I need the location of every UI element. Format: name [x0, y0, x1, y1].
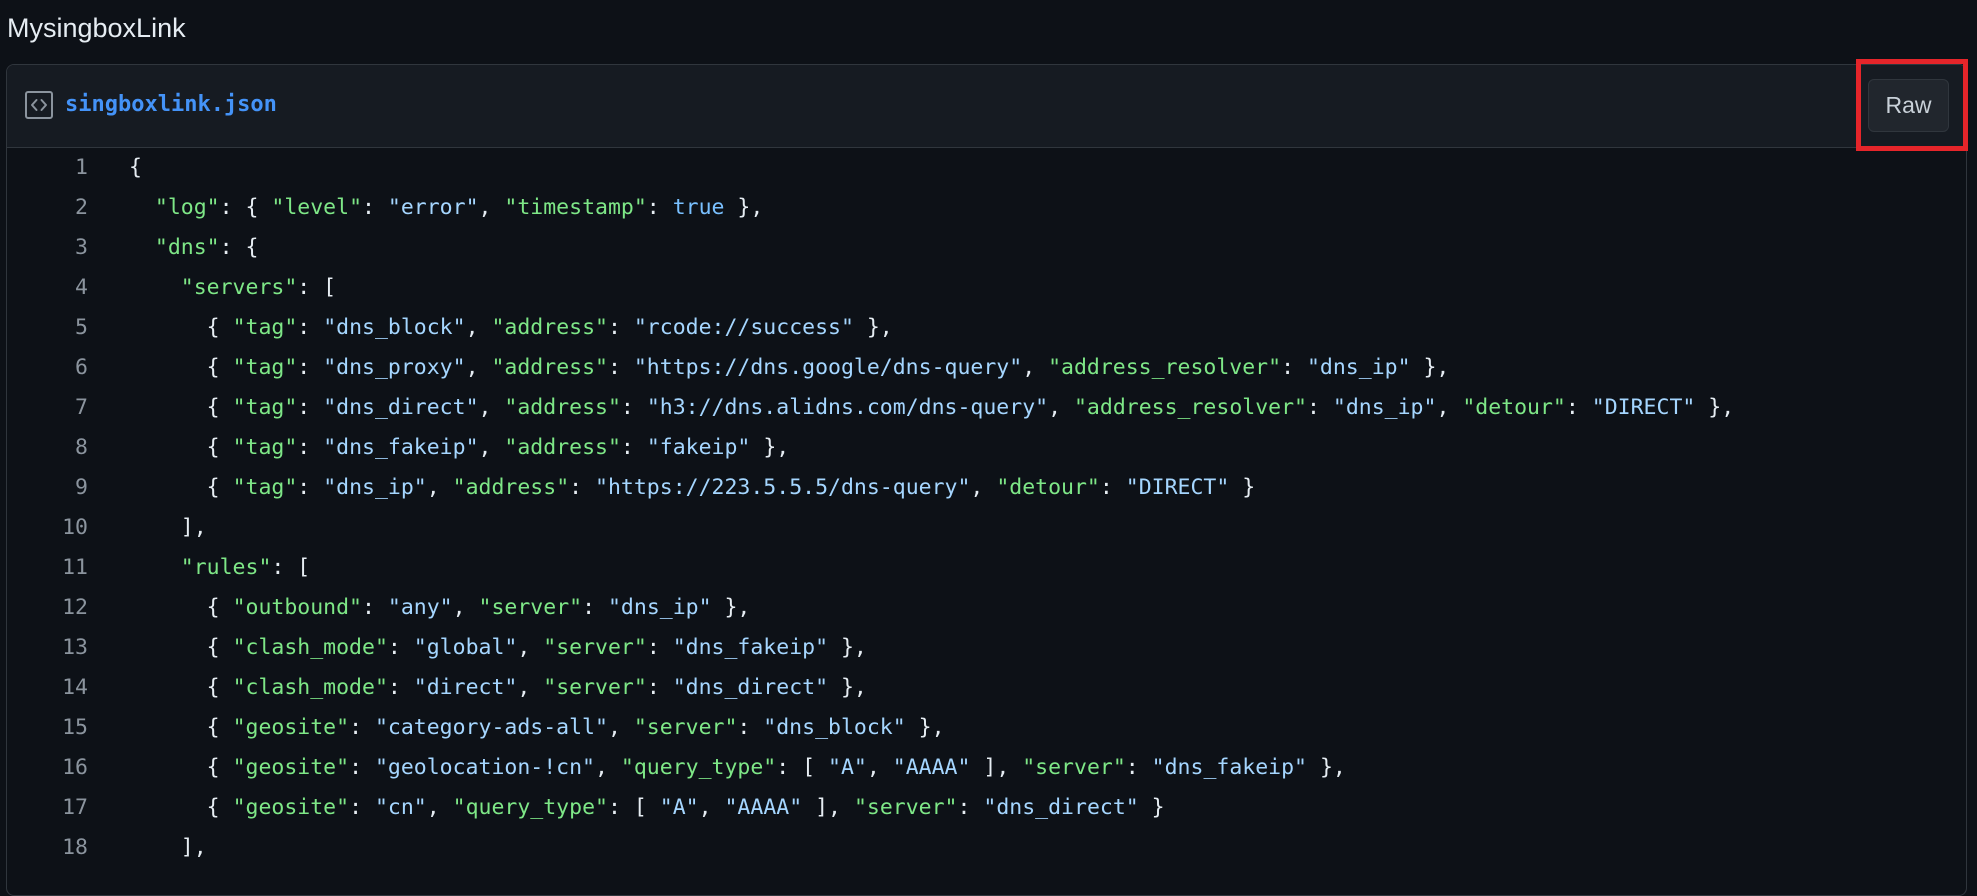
code-line: 4 "servers": [: [7, 268, 1966, 308]
raw-button[interactable]: Raw: [1868, 79, 1949, 132]
line-number: 11: [62, 555, 88, 580]
code-line: 7 { "tag": "dns_direct", "address": "h3:…: [7, 388, 1966, 428]
code-text: { "geosite": "geolocation-!cn", "query_t…: [129, 755, 1346, 780]
file-viewer: singboxlink.json Raw 1{2 "log": { "level…: [6, 64, 1967, 896]
code-line: 16 { "geosite": "geolocation-!cn", "quer…: [7, 748, 1966, 788]
line-number: 15: [62, 715, 88, 740]
page-title: MysingboxLink: [7, 13, 186, 43]
code-line: 18 ],: [7, 828, 1966, 868]
code-text: { "clash_mode": "global", "server": "dns…: [129, 635, 867, 660]
code-line: 10 ],: [7, 508, 1966, 548]
code-text: "rules": [: [180, 555, 311, 580]
line-number: 4: [75, 275, 88, 300]
line-number: 2: [75, 195, 88, 220]
code-line: 12 { "outbound": "any", "server": "dns_i…: [7, 588, 1966, 628]
code-view: 1{2 "log": { "level": "error", "timestam…: [7, 148, 1966, 868]
line-number: 16: [62, 755, 88, 780]
code-text: {: [129, 155, 142, 180]
code-text: { "tag": "dns_fakeip", "address": "fakei…: [129, 435, 790, 460]
code-line: 14 { "clash_mode": "direct", "server": "…: [7, 668, 1966, 708]
code-text: { "geosite": "cn", "query_type": [ "A", …: [129, 795, 1165, 820]
file-header: singboxlink.json Raw: [7, 65, 1966, 148]
code-text: "servers": [: [180, 275, 337, 300]
code-line: 9 { "tag": "dns_ip", "address": "https:/…: [7, 468, 1966, 508]
code-line: 11 "rules": [: [7, 548, 1966, 588]
line-number: 13: [62, 635, 88, 660]
code-text: ],: [129, 515, 207, 540]
code-line: 13 { "clash_mode": "global", "server": "…: [7, 628, 1966, 668]
line-number: 1: [75, 155, 88, 180]
code-text: { "outbound": "any", "server": "dns_ip" …: [129, 595, 751, 620]
line-number: 17: [62, 795, 88, 820]
line-number: 3: [75, 235, 88, 260]
line-number: 6: [75, 355, 88, 380]
code-text: { "tag": "dns_direct", "address": "h3://…: [129, 395, 1735, 420]
code-text: { "clash_mode": "direct", "server": "dns…: [129, 675, 867, 700]
code-line: 8 { "tag": "dns_fakeip", "address": "fak…: [7, 428, 1966, 468]
code-line: 6 { "tag": "dns_proxy", "address": "http…: [7, 348, 1966, 388]
code-line: 15 { "geosite": "category-ads-all", "ser…: [7, 708, 1966, 748]
line-number: 12: [62, 595, 88, 620]
code-line: 3 "dns": {: [7, 228, 1966, 268]
code-text: "dns": {: [154, 235, 259, 260]
code-text: { "tag": "dns_block", "address": "rcode:…: [129, 315, 893, 340]
line-number: 9: [75, 475, 88, 500]
code-text: { "geosite": "category-ads-all", "server…: [129, 715, 945, 740]
code-file-icon: [24, 90, 54, 120]
line-number: 5: [75, 315, 88, 340]
line-number: 7: [75, 395, 88, 420]
code-line: 2 "log": { "level": "error", "timestamp"…: [7, 188, 1966, 228]
code-line: 1{: [7, 148, 1966, 188]
line-number: 10: [62, 515, 88, 540]
code-text: { "tag": "dns_ip", "address": "https://2…: [129, 475, 1256, 500]
file-name-link[interactable]: singboxlink.json: [65, 90, 277, 120]
line-number: 14: [62, 675, 88, 700]
line-number: 18: [62, 835, 88, 860]
code-text: "log": { "level": "error", "timestamp": …: [154, 195, 764, 220]
code-text: { "tag": "dns_proxy", "address": "https:…: [129, 355, 1450, 380]
line-number: 8: [75, 435, 88, 460]
code-line: 17 { "geosite": "cn", "query_type": [ "A…: [7, 788, 1966, 828]
code-text: ],: [129, 835, 207, 860]
code-line: 5 { "tag": "dns_block", "address": "rcod…: [7, 308, 1966, 348]
